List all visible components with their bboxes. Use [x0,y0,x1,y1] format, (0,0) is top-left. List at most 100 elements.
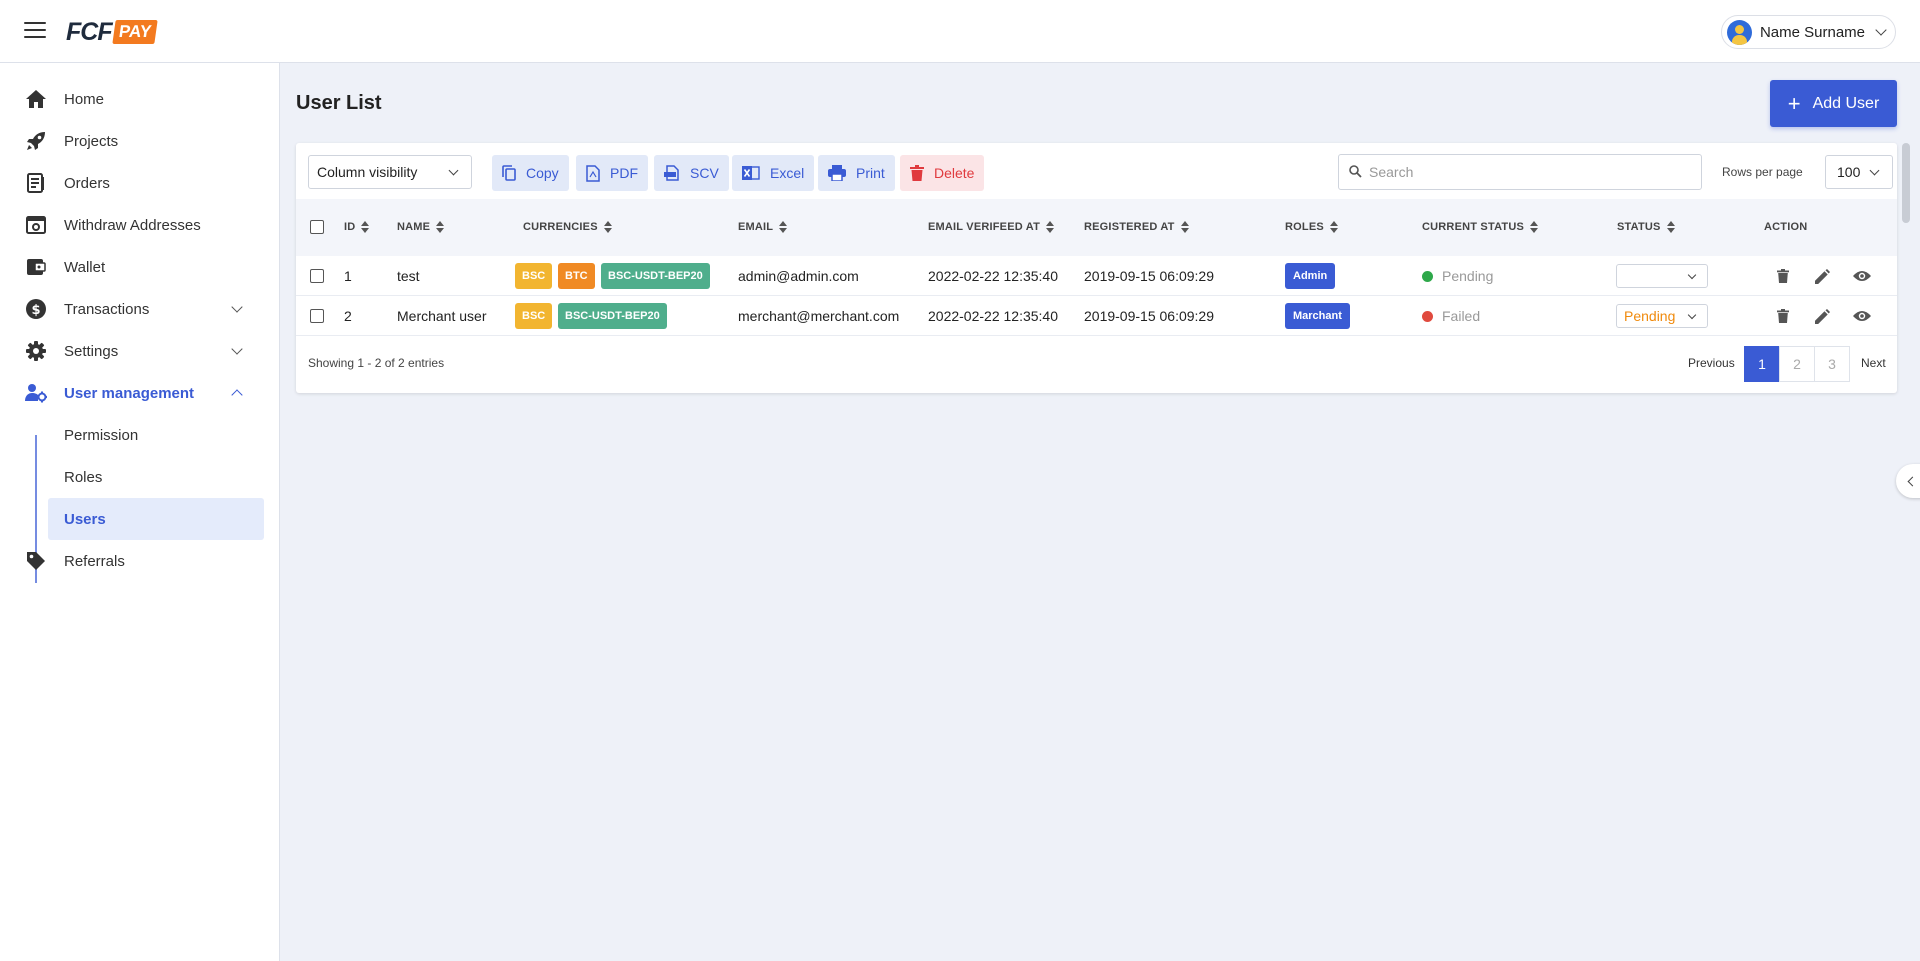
table-header: ID NAME CURRENCIES EMAIL EMAIL VERIFEED … [296,199,1897,256]
chevron-left-icon[interactable] [1896,464,1920,498]
print-button[interactable]: Print [818,155,895,191]
sidebar-subitem-permission[interactable]: Permission [48,414,264,456]
orders-icon [25,172,47,194]
column-header-status[interactable]: STATUS [1617,221,1675,233]
column-header-label: CURRENCIES [523,221,598,233]
table-row: 2 Merchant user BSC BSC-USDT-BEP20 merch… [296,296,1897,336]
row-checkbox[interactable] [310,309,324,323]
avatar [1726,19,1752,45]
copy-label: Copy [526,165,559,181]
sidebar-item-transactions[interactable]: $ Transactions [0,288,280,330]
scrollbar[interactable] [1902,143,1910,223]
sidebar-subitem-users[interactable]: Users [48,498,264,540]
page-title: User List [296,92,382,114]
scv-label: SCV [690,165,719,181]
delete-row-icon[interactable] [1773,266,1793,286]
pagination-page[interactable]: 2 [1779,346,1815,382]
column-header-label: CURRENT STATUS [1422,221,1524,233]
sort-icon [1530,221,1538,233]
status-select[interactable] [1616,264,1708,288]
chevron-down-icon [1869,165,1880,176]
pagination-page[interactable]: 1 [1744,346,1780,382]
sidebar-item-label: Home [64,90,105,108]
delete-row-icon[interactable] [1773,306,1793,326]
edit-icon[interactable] [1812,266,1832,286]
cell-id: 2 [344,308,352,324]
sidebar-item-label: Orders [64,174,110,192]
column-visibility-select[interactable]: Column visibility [308,155,472,189]
sidebar-subitem-roles[interactable]: Roles [48,456,264,498]
column-header-label: ROLES [1285,221,1324,233]
column-header-label: STATUS [1617,221,1661,233]
cell-name: Merchant user [397,308,487,324]
sidebar-item-projects[interactable]: Projects [0,120,280,162]
column-header-current-status[interactable]: CURRENT STATUS [1422,221,1538,233]
pdf-button[interactable]: PDF [576,155,648,191]
pagination-previous[interactable]: Previous [1688,356,1735,370]
excel-button[interactable]: Excel [732,155,815,191]
cell-registered-at: 2019-09-15 06:09:29 [1084,268,1214,284]
cell-id: 1 [344,268,352,284]
cell-email-verified-at: 2022-02-22 12:35:40 [928,268,1058,284]
column-header-id[interactable]: ID [344,221,370,233]
column-header-label: EMAIL [738,221,774,233]
sidebar-item-settings[interactable]: Settings [0,330,280,372]
currency-badge: BSC-USDT-BEP20 [558,303,667,329]
column-header-email-verified-at[interactable]: EMAIL VERIFEED AT [928,221,1054,233]
column-header-currencies[interactable]: CURRENCIES [523,221,612,233]
sidebar-item-label: User management [64,384,195,402]
print-label: Print [856,165,885,181]
edit-icon[interactable] [1812,306,1832,326]
column-header-email[interactable]: EMAIL [738,221,788,233]
row-checkbox[interactable] [310,269,324,283]
role-badge: Marchant [1285,303,1350,329]
rows-per-page-select[interactable]: 100 [1825,155,1893,189]
copy-button[interactable]: Copy [492,155,569,191]
pagination-next[interactable]: Next [1861,356,1886,370]
chevron-down-icon [1687,270,1697,280]
sidebar-item-label: Referrals [64,552,125,570]
column-header-label: NAME [397,221,431,233]
excel-icon [742,166,760,180]
sidebar-item-home[interactable]: Home [0,78,280,120]
current-status-text: Failed [1442,308,1481,324]
search-input[interactable]: Search [1338,154,1702,190]
scv-button[interactable]: SCV [654,155,729,191]
sort-icon [436,221,445,233]
chevron-down-icon [1875,24,1887,36]
sort-icon [361,221,370,233]
excel-label: Excel [770,165,805,181]
sidebar-item-wallet[interactable]: Wallet [0,246,280,288]
column-header-name[interactable]: NAME [397,221,445,233]
cell-email: merchant@merchant.com [738,308,900,324]
column-header-label: ID [344,221,356,233]
logo[interactable]: FCF PAY [66,18,158,46]
currency-badge: BTC [558,263,595,289]
status-select[interactable]: Pending [1616,304,1708,328]
add-user-button[interactable]: + Add User [1770,80,1897,127]
view-icon[interactable] [1852,306,1872,326]
pagination-page[interactable]: 3 [1814,346,1850,382]
chevron-down-icon [231,300,243,313]
sidebar-item-withdraw-addresses[interactable]: Withdraw Addresses [0,204,280,246]
view-icon[interactable] [1852,266,1872,286]
rows-per-page-value: 100 [1837,164,1861,180]
column-header-registered-at[interactable]: REGISTERED AT [1084,221,1189,233]
sidebar-item-referrals[interactable]: Referrals [0,540,280,582]
user-menu[interactable]: Name Surname [1720,15,1896,49]
currency-badge: BSC [515,303,553,329]
sidebar-item-orders[interactable]: Orders [0,162,280,204]
home-icon [25,88,47,110]
pdf-icon [586,164,600,182]
sidebar-item-user-management[interactable]: User management [0,372,280,414]
sidebar-item-label: Projects [64,132,119,150]
select-all-checkbox[interactable] [310,220,324,234]
cell-email-verified-at: 2022-02-22 12:35:40 [928,308,1058,324]
menu-icon[interactable] [24,22,46,40]
entries-info: Showing 1 - 2 of 2 entries [308,356,445,370]
delete-button[interactable]: Delete [900,155,985,191]
status-select-value: Pending [1624,308,1676,324]
column-header-roles[interactable]: ROLES [1285,221,1338,233]
sidebar-item-label: Wallet [64,258,106,276]
sidebar-subitem-label: Users [64,510,106,528]
